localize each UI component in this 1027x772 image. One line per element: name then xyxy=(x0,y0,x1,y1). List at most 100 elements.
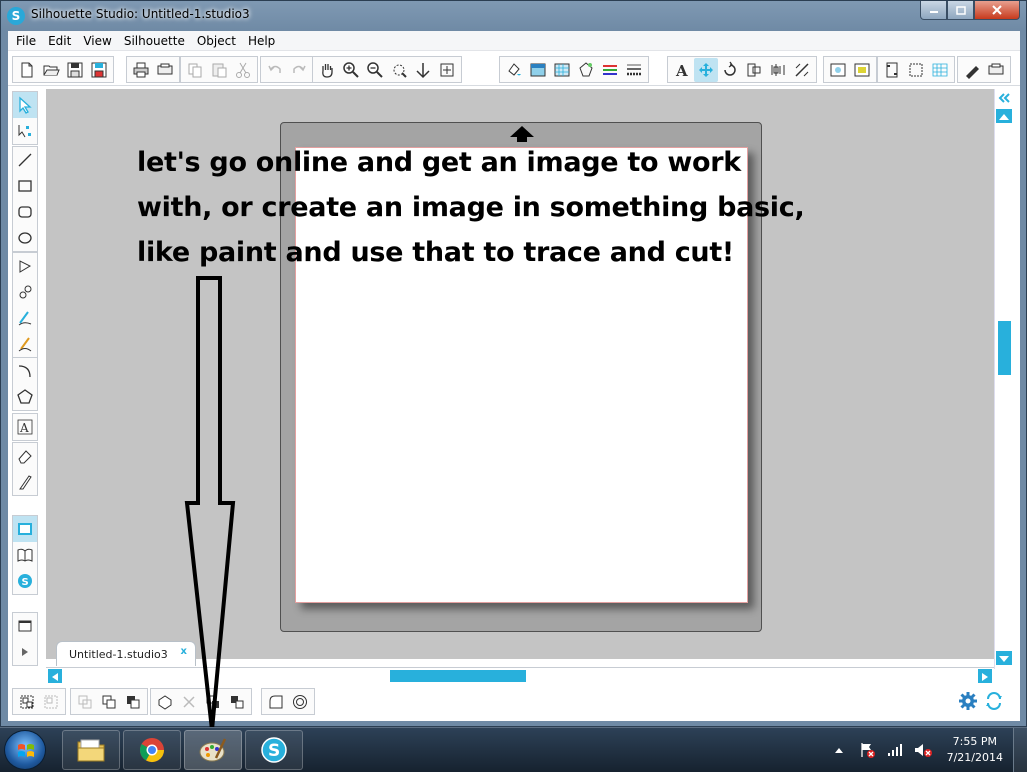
vertical-scrollbar[interactable] xyxy=(994,89,1012,669)
grid-button[interactable] xyxy=(904,58,928,82)
close-button[interactable] xyxy=(974,1,1020,20)
menu-edit[interactable]: Edit xyxy=(42,34,77,48)
curve-tool[interactable] xyxy=(13,279,37,305)
minimize-button[interactable] xyxy=(920,1,947,20)
scroll-right-button[interactable] xyxy=(978,669,992,683)
gradient-button[interactable] xyxy=(526,58,550,82)
save-as-button[interactable] xyxy=(87,58,111,82)
volume-button[interactable] xyxy=(913,740,933,760)
line-style-icon xyxy=(603,64,617,75)
taskbar-paint[interactable] xyxy=(184,730,242,770)
maximize-button[interactable] xyxy=(947,1,974,20)
registration-button[interactable] xyxy=(880,58,904,82)
zoom-drag-button[interactable] xyxy=(411,58,435,82)
menu-help[interactable]: Help xyxy=(242,34,281,48)
menu-view[interactable]: View xyxy=(77,34,117,48)
trace-button[interactable] xyxy=(790,58,814,82)
arc-tool[interactable] xyxy=(13,358,37,384)
weld-button[interactable] xyxy=(153,690,177,714)
taskbar-file-explorer[interactable] xyxy=(62,730,120,770)
title-bar[interactable]: S Silhouette Studio: Untitled-1.studio3 xyxy=(1,1,1026,31)
release-compound-button[interactable] xyxy=(97,690,121,714)
save-button[interactable] xyxy=(63,58,87,82)
taskbar-silhouette-studio[interactable]: S xyxy=(245,730,303,770)
new-doc-button[interactable] xyxy=(15,58,39,82)
gear-icon[interactable] xyxy=(958,691,978,711)
line-color-button[interactable] xyxy=(574,58,598,82)
design-view-tool[interactable] xyxy=(13,516,37,542)
taskbar-clock[interactable]: 7:55 PM 7/21/2014 xyxy=(947,734,1003,766)
shadow-button[interactable] xyxy=(264,690,288,714)
smooth-freehand-tool[interactable] xyxy=(13,331,37,357)
text-style-button[interactable]: A xyxy=(670,58,694,82)
scroll-left-button[interactable] xyxy=(48,669,62,683)
select-tool[interactable] xyxy=(13,92,37,118)
show-panel-tool[interactable] xyxy=(13,613,37,639)
silhouette-app-icon[interactable]: S xyxy=(7,7,25,25)
offset-button[interactable] xyxy=(766,58,790,82)
regular-polygon-tool[interactable] xyxy=(13,384,37,410)
show-desktop-button[interactable] xyxy=(1013,728,1027,772)
make-compound-button[interactable] xyxy=(73,690,97,714)
taskbar-chrome[interactable] xyxy=(123,730,181,770)
undo-button[interactable] xyxy=(263,58,287,82)
library-view-tool[interactable] xyxy=(13,542,37,568)
scroll-up-button[interactable] xyxy=(995,109,1012,123)
line-style-button[interactable] xyxy=(598,58,622,82)
freehand-tool[interactable] xyxy=(13,305,37,331)
rounded-rectangle-tool[interactable] xyxy=(13,199,37,225)
line-weight-button[interactable] xyxy=(622,58,646,82)
text-tool[interactable]: A xyxy=(13,414,37,440)
cut-settings-button[interactable] xyxy=(850,58,874,82)
pattern-button[interactable] xyxy=(550,58,574,82)
fill-color-button[interactable] xyxy=(502,58,526,82)
send-to-silhouette-button[interactable] xyxy=(153,58,177,82)
zoom-in-button[interactable] xyxy=(339,58,363,82)
refresh-icon[interactable] xyxy=(984,691,1004,711)
merge-button[interactable] xyxy=(121,690,145,714)
print-button[interactable] xyxy=(129,58,153,82)
expand-panel-tool[interactable] xyxy=(13,639,37,665)
zoom-select-button[interactable] xyxy=(387,58,411,82)
library-button[interactable] xyxy=(928,58,952,82)
menu-file[interactable]: File xyxy=(10,34,42,48)
document-tab[interactable]: Untitled-1.studio3 x xyxy=(56,641,196,666)
menu-object[interactable]: Object xyxy=(191,34,242,48)
page-setup-button[interactable] xyxy=(826,58,850,82)
line-tool[interactable] xyxy=(13,147,37,173)
offset-effect-button[interactable] xyxy=(288,690,312,714)
action-center-button[interactable] xyxy=(857,740,877,760)
knife-tool[interactable] xyxy=(13,469,37,495)
fit-page-button[interactable] xyxy=(435,58,459,82)
start-button[interactable] xyxy=(4,730,46,770)
ungroup-button[interactable] xyxy=(39,690,63,714)
redo-button[interactable] xyxy=(287,58,311,82)
zoom-out-button[interactable] xyxy=(363,58,387,82)
send-button[interactable] xyxy=(984,58,1008,82)
ellipse-tool[interactable] xyxy=(13,225,37,251)
transform-button[interactable] xyxy=(694,57,718,82)
edit-points-tool[interactable] xyxy=(13,118,37,144)
vertical-scroll-thumb[interactable] xyxy=(998,321,1011,375)
polygon-tool[interactable] xyxy=(13,253,37,279)
rectangle-tool[interactable] xyxy=(13,173,37,199)
group-button[interactable] xyxy=(15,690,39,714)
cut-icon xyxy=(236,62,250,78)
horizontal-scroll-thumb[interactable] xyxy=(390,670,526,682)
modify-button[interactable] xyxy=(742,58,766,82)
menu-silhouette[interactable]: Silhouette xyxy=(118,34,191,48)
scroll-down-button[interactable] xyxy=(996,651,1012,665)
online-store-tool[interactable]: S xyxy=(13,568,37,594)
sketch-button[interactable] xyxy=(960,58,984,82)
undo-icon xyxy=(268,65,281,73)
collapse-panel-button[interactable] xyxy=(996,91,1012,105)
paste-button[interactable] xyxy=(207,58,231,82)
pan-button[interactable] xyxy=(315,58,339,82)
open-button[interactable] xyxy=(39,58,63,82)
show-hidden-icons-button[interactable] xyxy=(829,740,849,760)
cut-button[interactable] xyxy=(231,58,255,82)
network-button[interactable] xyxy=(885,740,905,760)
copy-button[interactable] xyxy=(183,58,207,82)
eraser-tool[interactable] xyxy=(13,443,37,469)
replicate-button[interactable] xyxy=(718,58,742,82)
